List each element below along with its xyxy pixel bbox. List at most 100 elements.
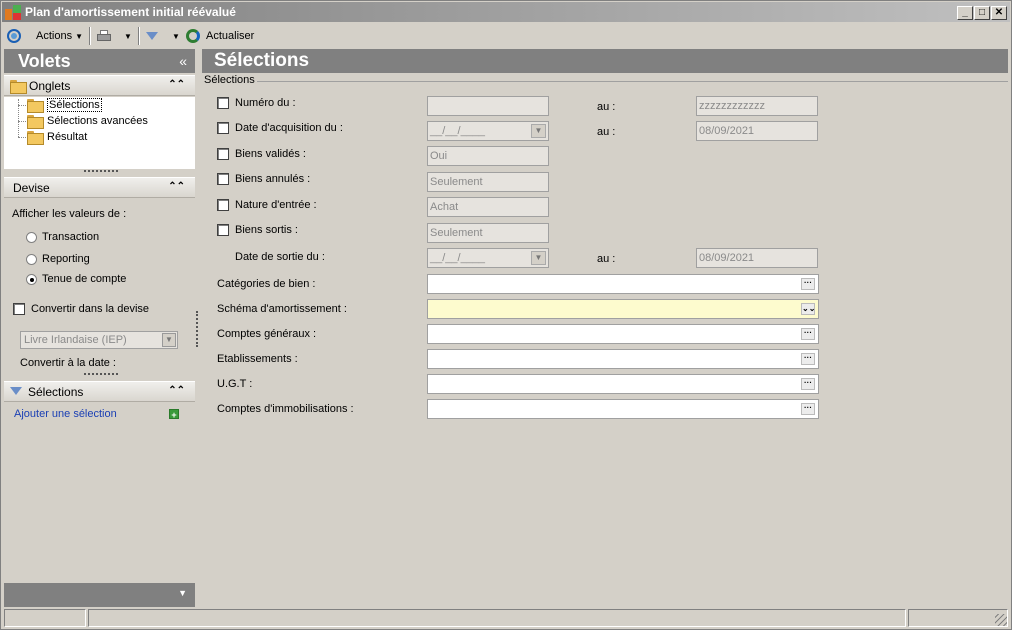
- radio-reporting-label: Reporting: [42, 253, 90, 265]
- tab-resultat[interactable]: Résultat: [27, 129, 87, 145]
- ellipsis-icon[interactable]: ···: [801, 403, 815, 415]
- expand-down-icon[interactable]: ▼: [178, 588, 187, 598]
- valides-field[interactable]: Oui: [427, 146, 549, 166]
- double-chevron-down-icon[interactable]: ⌄⌄: [801, 303, 815, 315]
- radio-button[interactable]: [26, 231, 37, 243]
- numero-to-field[interactable]: zzzzzzzzzzzz: [696, 96, 818, 116]
- ellipsis-icon[interactable]: ···: [801, 328, 815, 340]
- checkbox[interactable]: [217, 122, 229, 134]
- toolbar-separator: [89, 27, 91, 45]
- currency-select[interactable]: Livre Irlandaise (IEP) ▼: [20, 331, 178, 349]
- checkbox[interactable]: [217, 224, 229, 236]
- radio-button[interactable]: [26, 253, 37, 265]
- resize-grip[interactable]: [84, 170, 118, 173]
- annules-field[interactable]: Seulement: [427, 172, 549, 192]
- actions-menu-button[interactable]: Actions ▼: [36, 27, 83, 45]
- ugt-field[interactable]: ···: [427, 374, 819, 394]
- selections-section-title: Sélections: [28, 385, 84, 399]
- window-title: Plan d'amortissement initial réévalué: [25, 5, 236, 19]
- acquisition-from-value: __/__/____: [430, 125, 486, 137]
- tabs-tree: Sélections Sélections avancées Résultat: [4, 97, 195, 169]
- numero-label: Numéro du :: [235, 97, 296, 109]
- comptes-generaux-label: Comptes généraux :: [217, 328, 317, 340]
- radio-transaction-label: Transaction: [42, 231, 100, 243]
- devise-section-header[interactable]: Devise ⌃⌃: [4, 177, 195, 198]
- side-panel-header: Volets «: [4, 49, 195, 73]
- checkbox[interactable]: [217, 199, 229, 211]
- app-logo-icon: [5, 5, 21, 20]
- tab-selections-avancees[interactable]: Sélections avancées: [27, 113, 148, 129]
- valides-checkbox-row[interactable]: Biens validés :: [217, 148, 306, 160]
- categories-field[interactable]: ···: [427, 274, 819, 294]
- radio-transaction[interactable]: Transaction: [26, 231, 99, 243]
- maximize-button[interactable]: □: [974, 6, 990, 20]
- tree-connector: [18, 105, 26, 106]
- comptes-immo-field[interactable]: ···: [427, 399, 819, 419]
- checkbox[interactable]: [13, 303, 25, 315]
- add-selection-icon[interactable]: +: [169, 409, 179, 420]
- chevron-down-icon[interactable]: ▼: [531, 124, 546, 138]
- splitter-grip[interactable]: [196, 311, 198, 347]
- ellipsis-icon[interactable]: ···: [801, 278, 815, 290]
- onglets-section-header[interactable]: Onglets ⌃⌃: [4, 75, 195, 96]
- au-label: au :: [597, 253, 616, 265]
- collapse-panel-button[interactable]: «: [179, 53, 187, 69]
- acquisition-from-date[interactable]: __/__/____ ▼: [427, 121, 549, 141]
- chevron-down-icon[interactable]: ▼: [162, 333, 176, 347]
- convert-currency-checkbox[interactable]: Convertir dans la devise: [13, 303, 149, 315]
- resize-grip-icon[interactable]: [995, 614, 1007, 626]
- print-dropdown-button[interactable]: ▼: [121, 27, 132, 45]
- checkbox[interactable]: [217, 173, 229, 185]
- filter-dropdown-button[interactable]: ▼: [169, 27, 180, 45]
- comptes-immo-label: Comptes d'immobilisations :: [217, 403, 354, 415]
- etablissements-field[interactable]: ···: [427, 349, 819, 369]
- status-bar: [4, 608, 1009, 628]
- radio-button-selected[interactable]: [26, 273, 37, 285]
- nature-checkbox-row[interactable]: Nature d'entrée :: [217, 199, 317, 211]
- close-button[interactable]: ✕: [991, 6, 1007, 20]
- selections-section-header[interactable]: Sélections ⌃⌃: [4, 381, 195, 402]
- sortie-from-date[interactable]: __/__/____ ▼: [427, 248, 549, 268]
- collapse-chevron-icon[interactable]: ⌃⌃: [168, 79, 185, 90]
- add-selection-link[interactable]: Ajouter une sélection: [14, 408, 117, 420]
- collapse-chevron-icon[interactable]: ⌃⌃: [168, 181, 185, 192]
- radio-tenue-de-compte[interactable]: Tenue de compte: [26, 273, 126, 285]
- tab-selections[interactable]: Sélections: [27, 97, 102, 113]
- schema-label: Schéma d'amortissement :: [217, 303, 347, 315]
- sortie-to-date[interactable]: 08/09/2021: [696, 248, 818, 268]
- side-panel-footer: ▼: [4, 583, 195, 607]
- group-divider: [257, 81, 1008, 82]
- print-button[interactable]: [95, 27, 113, 45]
- status-cell: [88, 609, 906, 627]
- annules-checkbox-row[interactable]: Biens annulés :: [217, 173, 310, 185]
- acquisition-to-date[interactable]: 08/09/2021: [696, 121, 818, 141]
- nature-field[interactable]: Achat: [427, 197, 549, 217]
- options-button[interactable]: [7, 27, 21, 45]
- numero-checkbox-row[interactable]: Numéro du :: [217, 97, 296, 109]
- chevron-down-icon: ▼: [124, 31, 132, 41]
- acquisition-checkbox-row[interactable]: Date d'acquisition du :: [217, 122, 343, 134]
- etablissements-label: Etablissements :: [217, 353, 298, 365]
- ugt-label: U.G.T :: [217, 378, 253, 390]
- refresh-button[interactable]: Actualiser: [186, 27, 254, 45]
- radio-reporting[interactable]: Reporting: [26, 253, 90, 265]
- resize-grip[interactable]: [84, 373, 118, 376]
- onglets-title: Onglets: [29, 79, 71, 93]
- chevron-down-icon[interactable]: ▼: [531, 251, 546, 265]
- collapse-chevron-icon[interactable]: ⌃⌃: [168, 385, 185, 396]
- filter-button[interactable]: [146, 27, 158, 45]
- numero-from-field[interactable]: [427, 96, 549, 116]
- minimize-button[interactable]: _: [957, 6, 973, 20]
- sortis-checkbox-row[interactable]: Biens sortis :: [217, 224, 298, 236]
- open-folder-icon: [27, 99, 44, 113]
- checkbox[interactable]: [217, 97, 229, 109]
- comptes-generaux-field[interactable]: ···: [427, 324, 819, 344]
- ellipsis-icon[interactable]: ···: [801, 378, 815, 390]
- filter-icon: [10, 387, 22, 395]
- sortis-field[interactable]: Seulement: [427, 223, 549, 243]
- chevron-down-icon: ▼: [172, 31, 180, 41]
- ellipsis-icon[interactable]: ···: [801, 353, 815, 365]
- devise-prompt: Afficher les valeurs de :: [12, 208, 127, 220]
- schema-field[interactable]: ⌄⌄: [427, 299, 819, 319]
- checkbox[interactable]: [217, 148, 229, 160]
